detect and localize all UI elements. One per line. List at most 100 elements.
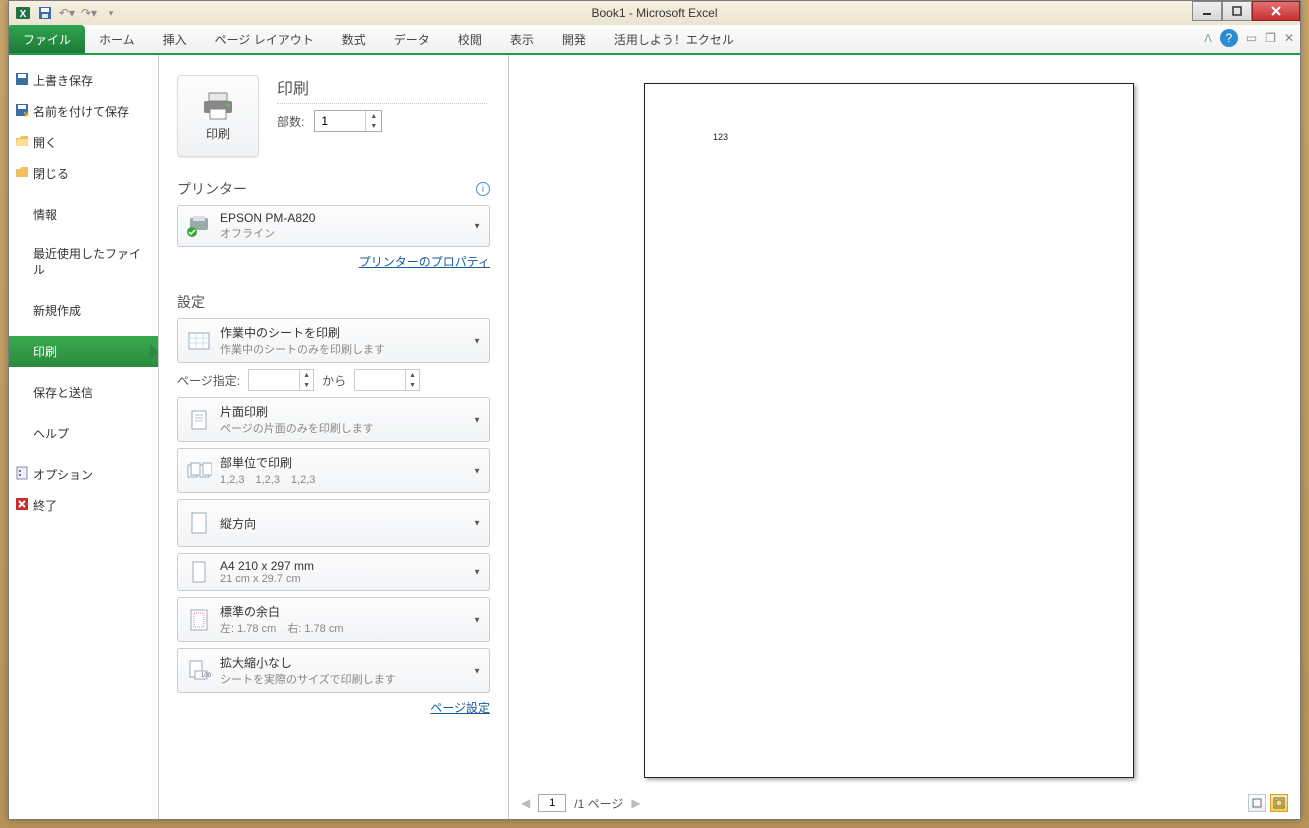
collate-sub: 1,2,3 1,2,3 1,2,3	[220, 471, 315, 487]
tab-data[interactable]: データ	[380, 25, 444, 53]
title-bar: X ↶▾ ↷▾ ▾ Book1 - Microsoft Excel	[9, 1, 1300, 25]
preview-page-nav: ◀ /1 ページ ▶	[521, 794, 641, 812]
ribbon-tabs: ファイル ホーム 挿入 ページ レイアウト 数式 データ 校閲 表示 開発 活用…	[9, 25, 1300, 55]
next-page-button[interactable]: ▶	[631, 796, 640, 810]
dropdown-caret-icon: ▼	[473, 415, 481, 424]
tab-review[interactable]: 校閲	[444, 25, 496, 53]
print-settings-pane: 印刷 印刷 部数: 1 ▲▼ プリンター i	[159, 55, 509, 819]
tab-formulas[interactable]: 数式	[328, 25, 380, 53]
zoom-to-page-button[interactable]	[1248, 794, 1266, 812]
preview-footer: ◀ /1 ページ ▶	[509, 792, 1300, 814]
printer-selector[interactable]: EPSON PM-A820 オフライン ▼	[177, 205, 490, 247]
excel-icon: X	[15, 5, 31, 21]
tab-file[interactable]: ファイル	[9, 25, 85, 53]
duplex-selector[interactable]: 片面印刷 ページの片面のみを印刷します ▼	[177, 397, 490, 442]
portrait-icon	[186, 510, 212, 536]
print-heading: 印刷	[277, 75, 487, 104]
svg-text:100: 100	[201, 673, 211, 679]
current-page-input[interactable]	[538, 794, 566, 812]
sidebar-item-options[interactable]: オプション	[9, 459, 158, 490]
sidebar-label: 終了	[33, 499, 57, 513]
save-icon	[15, 72, 29, 86]
dropdown-caret-icon: ▼	[473, 615, 481, 624]
tab-home[interactable]: ホーム	[85, 25, 149, 53]
printer-status: オフライン	[220, 225, 315, 241]
open-icon	[15, 134, 29, 148]
ribbon-right-controls: ᐱ ? ▭ ❐ ✕	[1204, 29, 1294, 47]
minimize-button[interactable]	[1192, 1, 1222, 21]
window-controls	[1192, 1, 1300, 21]
sidebar-item-save-send[interactable]: 保存と送信	[9, 377, 158, 408]
backstage: 上書き保存 名前を付けて保存 開く 閉じる 情報 最近使用したファイル 新規作成…	[9, 55, 1300, 819]
copies-down[interactable]: ▼	[366, 121, 381, 131]
page-range-to: から	[322, 372, 346, 389]
duplex-icon	[186, 407, 212, 433]
redo-icon[interactable]: ↷▾	[81, 5, 97, 21]
svg-text:X: X	[20, 9, 27, 20]
backstage-sidebar: 上書き保存 名前を付けて保存 開く 閉じる 情報 最近使用したファイル 新規作成…	[9, 55, 159, 819]
sidebar-item-open[interactable]: 開く	[9, 127, 158, 158]
print-scope-selector[interactable]: 作業中のシートを印刷 作業中のシートのみを印刷します ▼	[177, 318, 490, 363]
copies-input[interactable]: 1 ▲▼	[314, 110, 382, 132]
page-total-label: /1 ページ	[574, 795, 623, 812]
scaling-selector[interactable]: 100 拡大縮小なし シートを実際のサイズで印刷します ▼	[177, 648, 490, 693]
prev-page-button[interactable]: ◀	[521, 796, 530, 810]
tab-view[interactable]: 表示	[496, 25, 548, 53]
tab-developer[interactable]: 開発	[548, 25, 600, 53]
collate-icon	[186, 458, 212, 484]
sidebar-item-close[interactable]: 閉じる	[9, 158, 158, 189]
dropdown-caret-icon: ▼	[473, 466, 481, 475]
tab-addon[interactable]: 活用しよう！エクセル	[600, 25, 748, 53]
help-icon[interactable]: ?	[1220, 29, 1238, 47]
mdi-close-icon[interactable]: ✕	[1284, 31, 1294, 45]
margins-selector[interactable]: 標準の余白 左: 1.78 cm 右: 1.78 cm ▼	[177, 597, 490, 642]
options-icon	[15, 466, 29, 480]
printer-info-icon[interactable]: i	[476, 182, 490, 196]
sidebar-label: オプション	[33, 468, 93, 482]
sidebar-label: 印刷	[33, 345, 57, 359]
page-from-input[interactable]: ▲▼	[248, 369, 314, 391]
page-setup-link[interactable]: ページ設定	[430, 701, 490, 715]
page-range-label: ページ指定:	[177, 372, 240, 389]
qat-customize-icon[interactable]: ▾	[103, 5, 119, 21]
copies-up[interactable]: ▲	[366, 111, 381, 121]
paper-size-selector[interactable]: A4 210 x 297 mm 21 cm x 29.7 cm ▼	[177, 553, 490, 591]
sidebar-item-new[interactable]: 新規作成	[9, 295, 158, 326]
sidebar-label: ヘルプ	[33, 427, 69, 441]
minimize-ribbon-icon[interactable]: ᐱ	[1204, 32, 1212, 45]
tab-page-layout[interactable]: ページ レイアウト	[201, 25, 328, 53]
paper-title: A4 210 x 297 mm	[220, 559, 314, 573]
orientation-selector[interactable]: 縦方向 ▼	[177, 499, 490, 547]
mdi-minimize-icon[interactable]: ▭	[1246, 31, 1257, 45]
close-button[interactable]	[1252, 1, 1300, 21]
copies-value: 1	[321, 114, 328, 128]
undo-icon[interactable]: ↶▾	[59, 5, 75, 21]
sidebar-item-info[interactable]: 情報	[9, 199, 158, 230]
printer-name: EPSON PM-A820	[220, 211, 315, 225]
zoom-fit-button[interactable]	[1270, 794, 1288, 812]
collate-selector[interactable]: 部単位で印刷 1,2,3 1,2,3 1,2,3 ▼	[177, 448, 490, 493]
sidebar-label: 開く	[33, 136, 57, 150]
sidebar-label: 閉じる	[33, 167, 69, 181]
sidebar-item-save-as[interactable]: 名前を付けて保存	[9, 96, 158, 127]
tab-insert[interactable]: 挿入	[149, 25, 201, 53]
dropdown-caret-icon: ▼	[473, 519, 481, 528]
duplex-sub: ページの片面のみを印刷します	[220, 420, 374, 436]
dropdown-caret-icon: ▼	[473, 568, 481, 577]
scope-title: 作業中のシートを印刷	[220, 324, 385, 341]
collate-title: 部単位で印刷	[220, 454, 315, 471]
printer-icon	[200, 91, 236, 121]
maximize-button[interactable]	[1222, 1, 1252, 21]
sidebar-item-save[interactable]: 上書き保存	[9, 65, 158, 96]
page-to-input[interactable]: ▲▼	[354, 369, 420, 391]
sidebar-item-exit[interactable]: 終了	[9, 490, 158, 521]
margins-icon	[186, 607, 212, 633]
mdi-restore-icon[interactable]: ❐	[1265, 31, 1276, 45]
save-as-icon	[15, 103, 29, 117]
printer-properties-link[interactable]: プリンターのプロパティ	[359, 255, 490, 269]
save-icon[interactable]	[37, 5, 53, 21]
print-button[interactable]: 印刷	[177, 75, 259, 157]
sidebar-item-recent[interactable]: 最近使用したファイル	[9, 240, 158, 285]
sidebar-item-print[interactable]: 印刷	[9, 336, 158, 367]
sidebar-item-help[interactable]: ヘルプ	[9, 418, 158, 449]
